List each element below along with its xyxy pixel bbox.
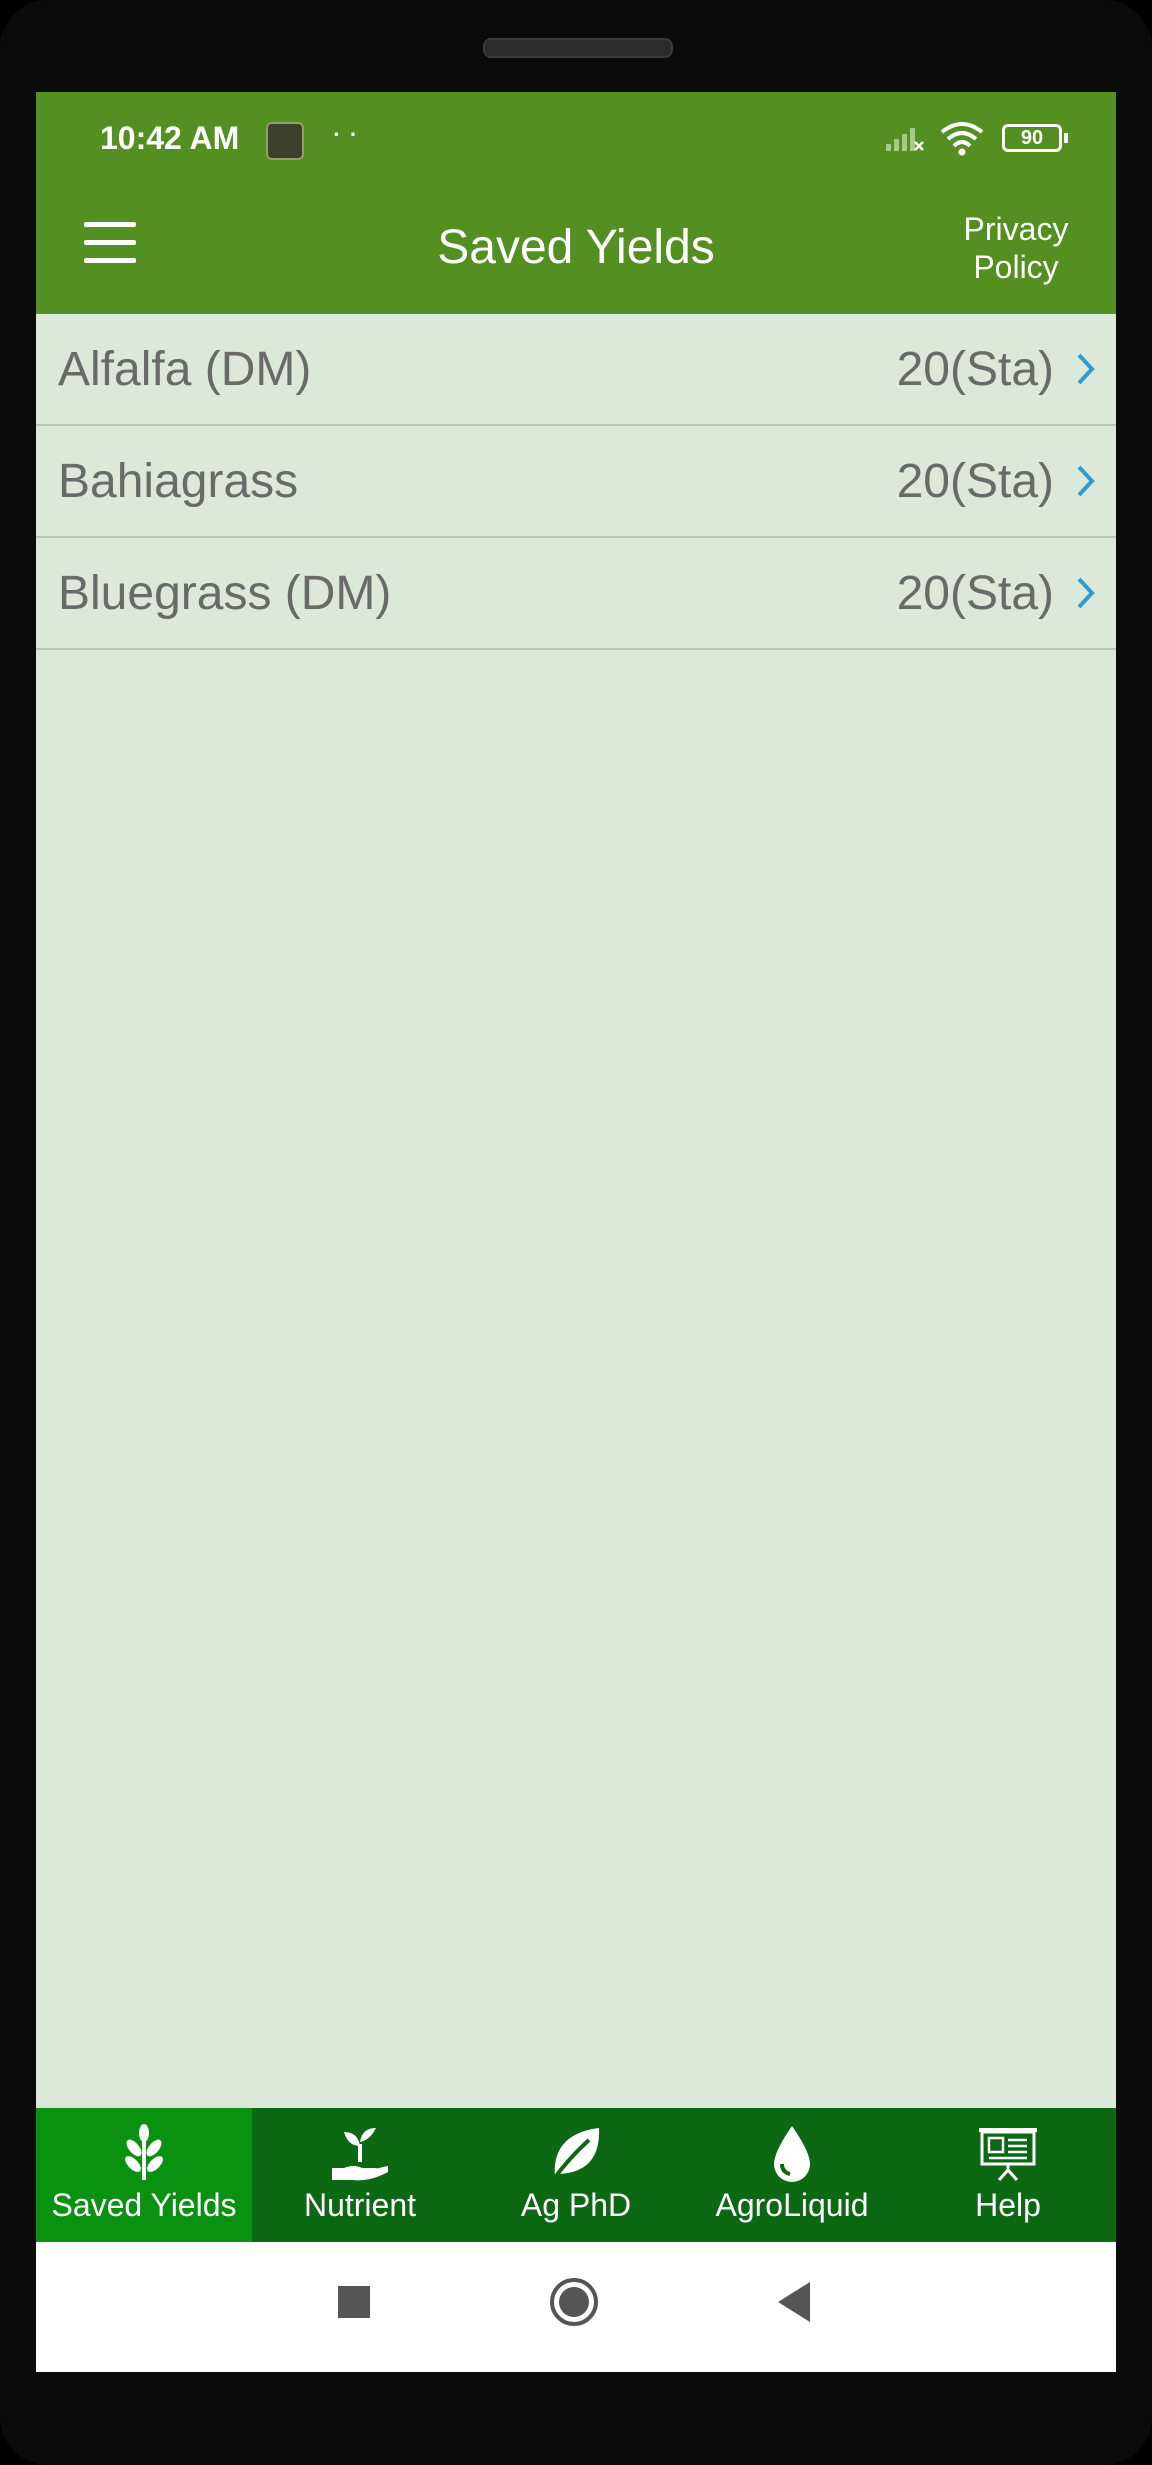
status-time: 10:42 AM <box>100 120 240 156</box>
battery-icon: 90 <box>1002 124 1068 152</box>
nav-label: Ag PhD <box>520 2187 632 2223</box>
nav-tab-nutrient[interactable]: Nutrient <box>252 2108 468 2242</box>
app-header: 10:42 AM ·· 90 Saved Yields Privacy Poli… <box>36 92 1116 314</box>
sprout-hand-icon <box>332 2128 388 2181</box>
nav-label: AgroLiquid <box>715 2187 869 2223</box>
yield-value: 20(Sta) <box>896 567 1054 620</box>
droplet-icon <box>774 2126 810 2182</box>
nav-tab-agroliquid[interactable]: AgroLiquid <box>684 2108 900 2242</box>
nav-label: Saved Yields <box>51 2187 237 2223</box>
nav-tab-ag-phd[interactable]: Ag PhD <box>468 2108 684 2242</box>
wifi-icon <box>940 122 984 156</box>
crop-name: Alfalfa (DM) <box>58 343 312 396</box>
crop-name: Bluegrass (DM) <box>58 567 392 620</box>
nav-tab-saved-yields[interactable]: Saved Yields <box>36 2108 252 2242</box>
screen: 10:42 AM ·· 90 Saved Yields Privacy Poli… <box>36 92 1116 2372</box>
notification-app-icon <box>266 122 304 160</box>
system-navigation-bar <box>36 2242 1116 2372</box>
earpiece-speaker <box>483 38 673 58</box>
presentation-board-icon <box>979 2128 1037 2182</box>
chevron-right-icon <box>1077 465 1095 497</box>
back-button[interactable] <box>776 2280 812 2324</box>
nav-label: Help <box>975 2187 1041 2223</box>
status-dots: ·· <box>331 114 365 150</box>
leaf-icon <box>551 2128 600 2182</box>
home-button[interactable] <box>548 2276 600 2328</box>
chevron-right-icon <box>1077 577 1095 609</box>
recents-button[interactable] <box>336 2284 372 2320</box>
list-item[interactable]: Bluegrass (DM) 20(Sta) <box>36 538 1116 650</box>
privacy-label-line-1: Privacy <box>963 211 1069 247</box>
privacy-label-line-2: Policy <box>973 249 1059 285</box>
yield-value: 20(Sta) <box>896 455 1054 508</box>
privacy-policy-link[interactable]: Privacy Policy <box>956 210 1076 286</box>
list-item[interactable]: Alfalfa (DM) 20(Sta) <box>36 314 1116 426</box>
phone-frame: 10:42 AM ·· 90 Saved Yields Privacy Poli… <box>0 0 1152 2465</box>
yield-value: 20(Sta) <box>896 343 1054 396</box>
page-title: Saved Yields <box>437 221 715 274</box>
list-item[interactable]: Bahiagrass 20(Sta) <box>36 426 1116 538</box>
wheat-icon <box>125 2124 163 2180</box>
bottom-navigation: Saved Yields Nutrient Ag PhD AgroLiquid … <box>36 2108 1116 2242</box>
nav-tab-help[interactable]: Help <box>900 2108 1116 2242</box>
crop-name: Bahiagrass <box>58 455 299 508</box>
signal-icon <box>886 128 924 151</box>
saved-yields-list: Alfalfa (DM) 20(Sta) Bahiagrass 20(Sta) … <box>36 314 1116 650</box>
chevron-right-icon <box>1077 353 1095 385</box>
nav-label: Nutrient <box>303 2187 417 2223</box>
